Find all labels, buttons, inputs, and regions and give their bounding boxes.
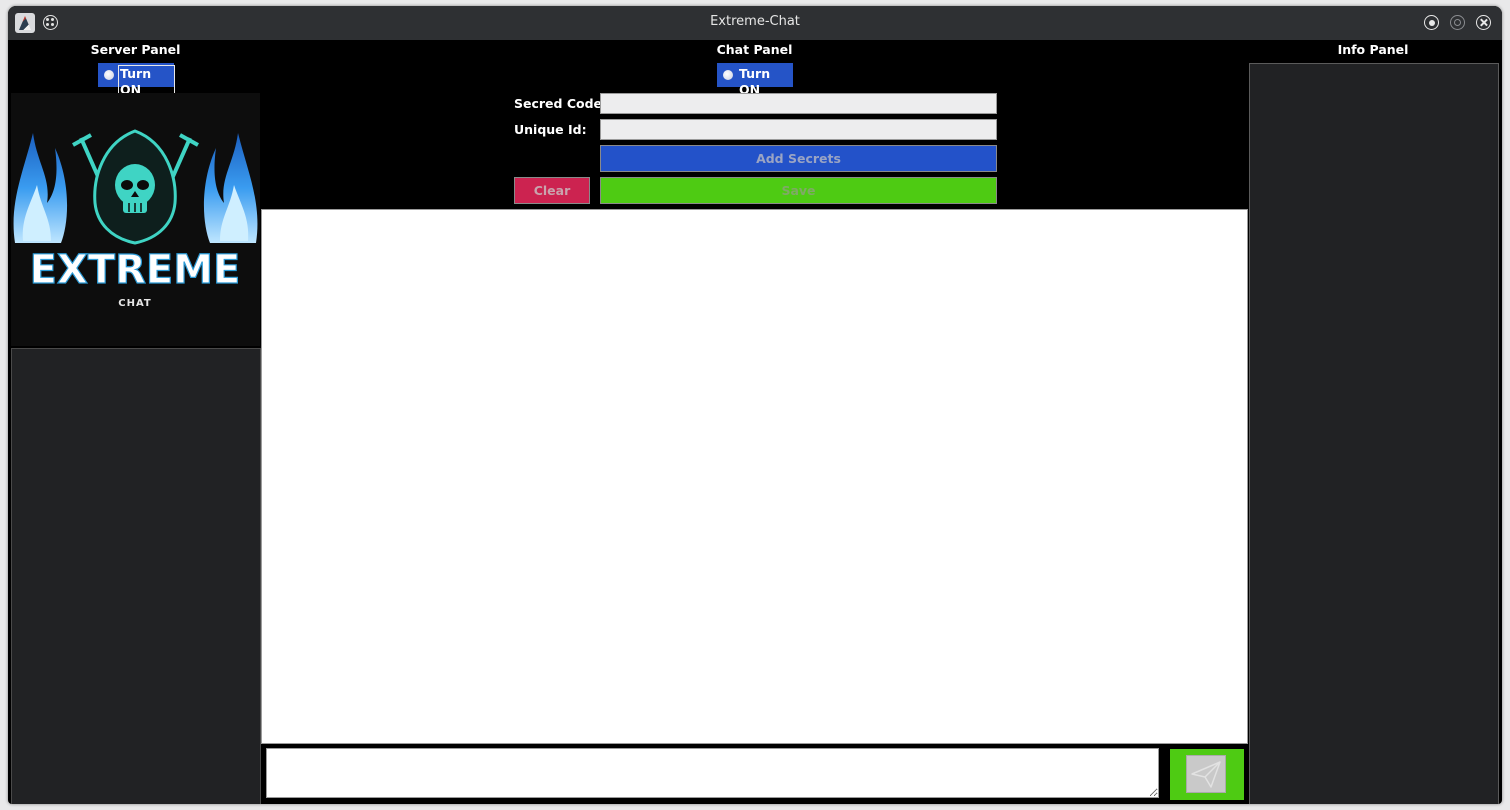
logo-sub-text: CHAT (118, 298, 152, 309)
app-window: Extreme-Chat Server Panel Turn ON EXTREM… (8, 6, 1502, 804)
unique-id-input[interactable] (600, 119, 997, 140)
send-button[interactable] (1170, 749, 1244, 800)
add-secrets-button[interactable]: Add Secrets (600, 145, 997, 172)
server-turn-on-toggle[interactable]: Turn ON (98, 63, 175, 99)
unique-id-label: Unique Id: (514, 122, 587, 137)
toggle-radio-icon (104, 70, 114, 80)
logo-main-text: EXTREME (30, 247, 241, 293)
message-input[interactable] (266, 748, 1159, 798)
secret-code-input[interactable] (600, 93, 997, 114)
maximize-icon[interactable] (1450, 15, 1465, 30)
chat-messages-area[interactable] (261, 209, 1248, 744)
send-icon-box (1186, 755, 1226, 793)
server-clients-list[interactable] (11, 348, 261, 804)
info-panel-list[interactable] (1249, 63, 1499, 804)
server-panel-title: Server Panel (90, 42, 181, 57)
logo-graphic: EXTREME CHAT (13, 129, 258, 309)
info-panel-title: Info Panel (1337, 42, 1409, 57)
secret-code-label: Secred Code: (514, 96, 608, 111)
minimize-icon[interactable] (1424, 15, 1439, 30)
toggle-radio-icon (723, 70, 733, 80)
chat-turn-on-toggle[interactable]: Turn ON (717, 63, 793, 97)
close-icon[interactable] (1476, 15, 1491, 30)
title-bar: Extreme-Chat (8, 6, 1502, 40)
chat-panel-title: Chat Panel (716, 42, 793, 57)
clear-button[interactable]: Clear (514, 177, 590, 204)
window-title: Extreme-Chat (710, 14, 800, 29)
save-button[interactable]: Save (600, 177, 997, 204)
paper-plane-icon (1191, 761, 1221, 788)
extreme-chat-logo: EXTREME CHAT (11, 93, 260, 346)
